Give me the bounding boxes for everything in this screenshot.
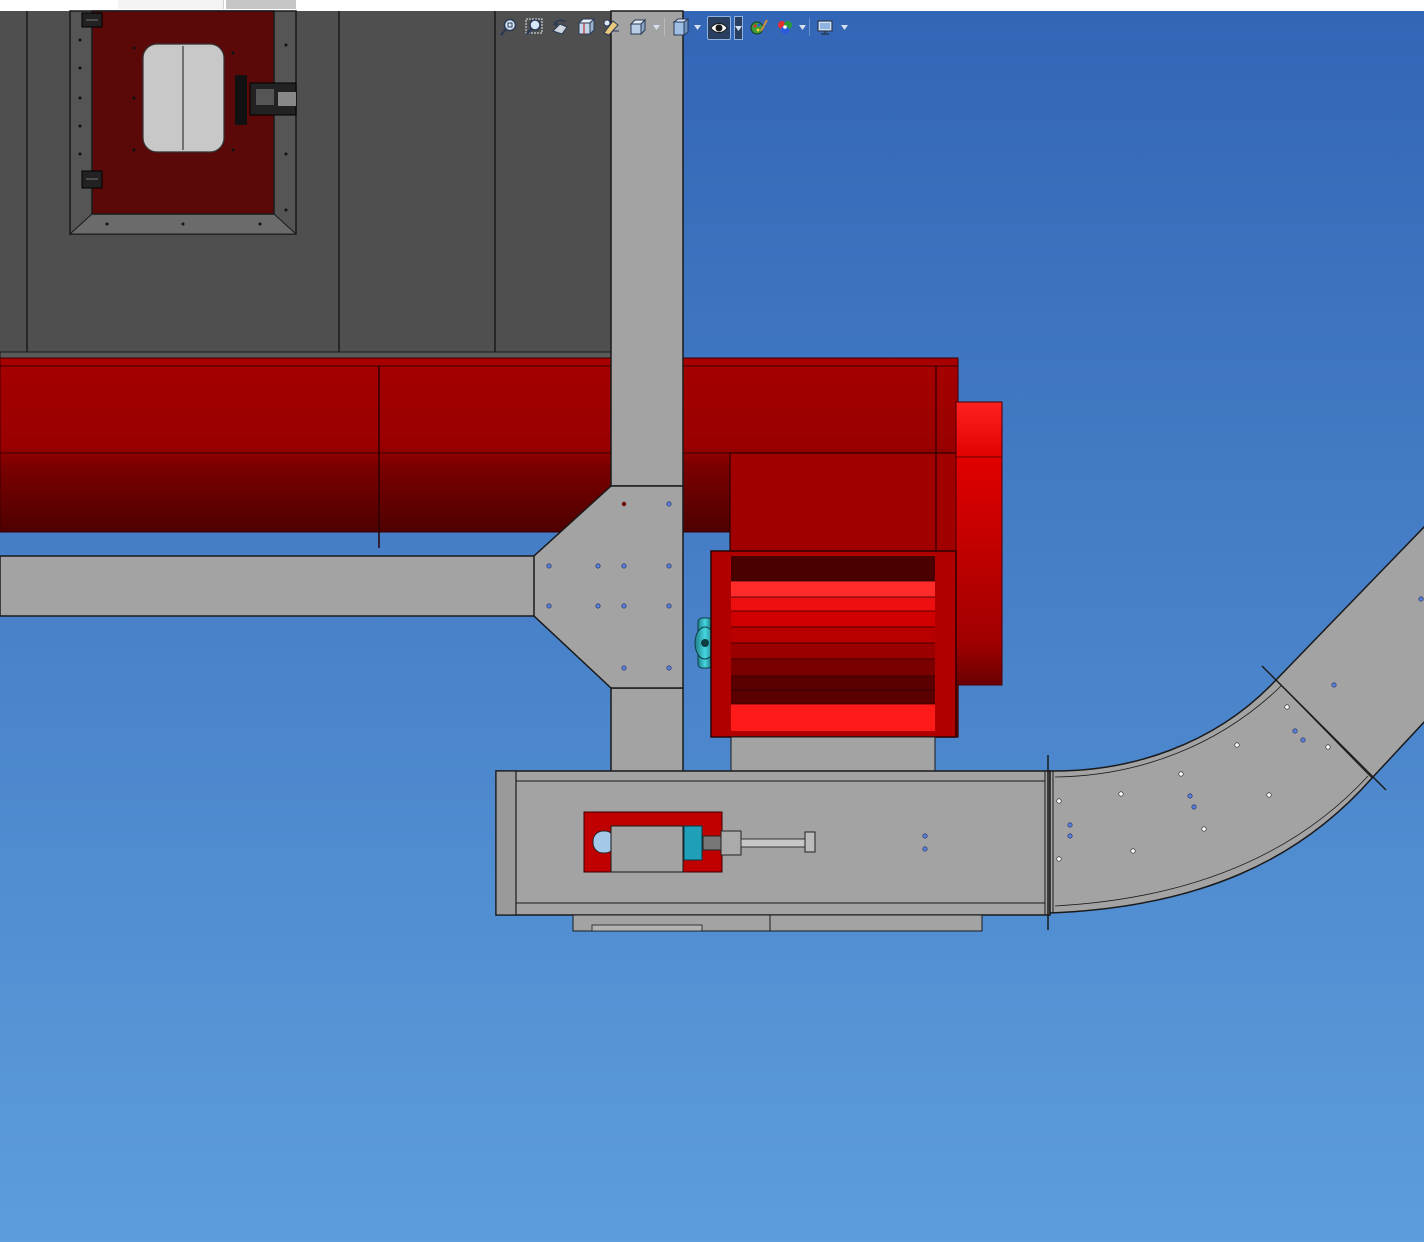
previous-view-icon	[552, 19, 568, 35]
access-door	[68, 10, 298, 235]
curved-duct-elbow	[1047, 523, 1426, 930]
chevron-down-icon	[735, 25, 742, 31]
hide-show-items-dropdown[interactable]	[734, 16, 743, 40]
apply-scene-button[interactable]	[774, 16, 796, 38]
dynamic-annotation-button[interactable]	[600, 16, 622, 38]
chevron-down-icon	[653, 24, 660, 30]
section-view-icon	[577, 17, 595, 36]
chevron-down-icon	[841, 24, 848, 30]
lower-conveyor-box	[495, 770, 1051, 932]
apply-scene-icon	[778, 21, 792, 34]
zoom-to-fit-icon	[500, 18, 517, 36]
view-settings-button[interactable]	[814, 16, 836, 38]
motor-end-cap	[955, 401, 1003, 686]
view-orientation-icon	[629, 18, 647, 36]
heads-up-view-toolbar	[496, 14, 856, 42]
section-view-button[interactable]	[574, 16, 596, 38]
toolbar-separator	[809, 18, 810, 36]
display-style-dropdown[interactable]	[694, 23, 701, 31]
display-style-icon	[672, 18, 689, 36]
view-settings-dropdown[interactable]	[841, 23, 848, 31]
chevron-down-icon	[799, 24, 806, 30]
zoom-to-area-button[interactable]	[523, 16, 545, 38]
view-orientation-button[interactable]	[626, 16, 648, 38]
edit-appearance-button[interactable]	[748, 16, 770, 38]
door-hinge-top	[81, 12, 103, 28]
apply-scene-dropdown[interactable]	[799, 23, 806, 31]
previous-view-button[interactable]	[549, 16, 571, 38]
display-style-button[interactable]	[668, 16, 690, 38]
edit-appearance-icon	[750, 19, 768, 35]
view-orientation-dropdown[interactable]	[653, 23, 660, 31]
cad-model-scene[interactable]	[0, 0, 1426, 1242]
view-settings-icon	[817, 20, 833, 35]
zoom-to-fit-button[interactable]	[498, 16, 520, 38]
dynamic-annotation-icon	[603, 19, 619, 36]
chevron-down-icon	[694, 24, 701, 30]
hide-show-items-icon	[710, 23, 728, 33]
toolbar-separator	[664, 18, 665, 36]
hide-show-items-button[interactable]	[707, 16, 731, 40]
zoom-to-area-icon	[525, 18, 543, 35]
door-hinge-bottom	[81, 170, 103, 189]
frame-beam-horizontal	[0, 555, 541, 617]
fan-housing	[710, 550, 957, 772]
